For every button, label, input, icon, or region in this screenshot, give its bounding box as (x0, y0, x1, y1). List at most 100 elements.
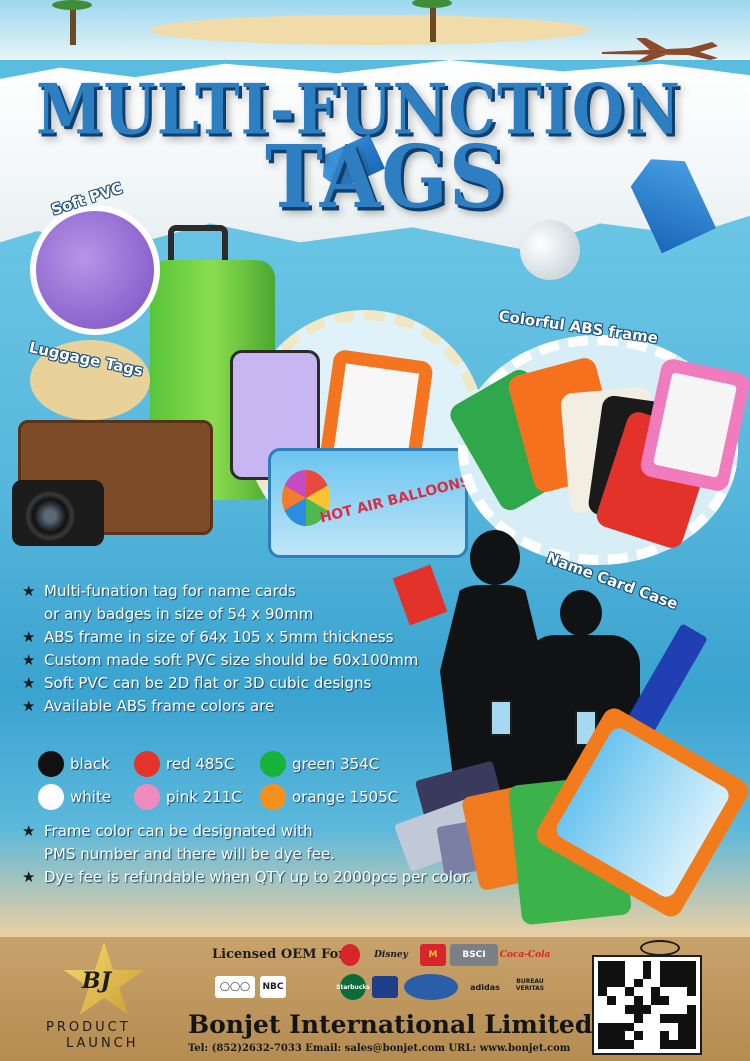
qr-module (642, 961, 652, 970)
qr-module (624, 961, 634, 970)
qr-module (687, 1005, 696, 1014)
star-icon: ★ (22, 651, 36, 669)
qr-module (660, 969, 670, 979)
qr-module (687, 1013, 696, 1023)
qr-module (624, 978, 634, 988)
qr-module (678, 969, 688, 979)
qr-module (669, 1005, 679, 1014)
qr-module (598, 969, 607, 979)
qr-module (660, 961, 670, 970)
qr-module (598, 978, 607, 988)
qr-module (598, 1040, 607, 1049)
qr-module (624, 1005, 634, 1014)
qr-module (615, 969, 625, 979)
qr-module (651, 1013, 661, 1023)
brand-logo-icon (340, 944, 360, 966)
feature-item: ★ Multi-funation tag for name cards (22, 580, 542, 603)
qr-module (678, 1031, 688, 1041)
swatch-black (38, 751, 64, 777)
qr-module (633, 987, 643, 997)
qr-module (651, 1022, 661, 1032)
qr-module (598, 1031, 607, 1041)
qr-module (624, 1031, 634, 1041)
starbucks-logo: Starbucks (336, 974, 370, 1000)
palm-leaf-icon (52, 0, 92, 10)
nbc-logo: NBC (260, 976, 286, 998)
qr-module (615, 987, 625, 997)
qr-module (687, 969, 696, 979)
soft-pvc-image (30, 205, 160, 335)
feature-item: ★ Custom made soft PVC size should be 60x… (22, 649, 542, 672)
qr-module (642, 996, 652, 1005)
palm-tree-icon (70, 5, 76, 45)
qr-module (615, 1031, 625, 1041)
qr-module (633, 969, 643, 979)
color-red: red 485C (134, 751, 234, 777)
qr-module (687, 987, 696, 997)
qr-module (606, 1005, 616, 1014)
qr-module (606, 1040, 616, 1049)
beach-island (150, 15, 590, 45)
qr-module (606, 996, 616, 1005)
qr-module (642, 1005, 652, 1014)
qr-module (669, 978, 679, 988)
qr-module (660, 1040, 670, 1049)
qr-module (660, 1022, 670, 1032)
qr-module (606, 1031, 616, 1041)
qr-module (651, 996, 661, 1005)
feature-item: ★ Soft PVC can be 2D flat or 3D cubic de… (22, 672, 542, 695)
qr-module (633, 1013, 643, 1023)
qr-module (624, 996, 634, 1005)
qr-module (598, 1013, 607, 1023)
color-orange: orange 1505C (260, 784, 398, 810)
brand-shield-icon (372, 976, 398, 998)
qr-module (615, 1040, 625, 1049)
qr-module (651, 978, 661, 988)
qr-code[interactable] (592, 955, 702, 1055)
qr-module (598, 987, 607, 997)
qr-module (615, 1013, 625, 1023)
qr-module (651, 961, 661, 970)
qr-module (642, 969, 652, 979)
gift-bow-icon (640, 940, 680, 956)
qr-module (606, 1013, 616, 1023)
qr-module (606, 969, 616, 979)
qr-module (624, 1040, 634, 1049)
qr-module (660, 978, 670, 988)
qr-module (669, 996, 679, 1005)
qr-module (651, 1040, 661, 1049)
coca-cola-logo: Coca-Cola (499, 950, 551, 960)
camera-lens (24, 490, 76, 542)
brand-script-logo (292, 976, 336, 998)
qr-module (687, 1040, 696, 1049)
disney-logo: Disney (374, 950, 408, 960)
star-icon: ★ (22, 697, 36, 715)
feature-item-cont: or any badges in size of 54 x 90mm (44, 605, 314, 623)
qr-module (651, 1005, 661, 1014)
qr-module (624, 1013, 634, 1023)
qr-module (633, 996, 643, 1005)
qr-module (615, 996, 625, 1005)
qr-module (606, 987, 616, 997)
qr-module (606, 1022, 616, 1032)
qr-module (606, 978, 616, 988)
star-icon: ★ (22, 582, 36, 600)
qr-module (678, 978, 688, 988)
qr-module (624, 1022, 634, 1032)
qr-module (642, 1013, 652, 1023)
olympic-rings-icon: ◯◯◯ (215, 976, 255, 998)
globe-brand-icon (404, 974, 458, 1000)
swatch-pink (134, 784, 160, 810)
qr-module (633, 1031, 643, 1041)
qr-module (615, 978, 625, 988)
feature-list: ★ Multi-funation tag for name cards or an… (22, 580, 542, 718)
qr-module (651, 1031, 661, 1041)
page-title-line2: TAGS (265, 128, 507, 229)
paper-curl (520, 220, 580, 280)
feature-item: ★ ABS frame in size of 64x 105 x 5mm thic… (22, 626, 542, 649)
feature-item: ★ Dye fee is refundable when QTY up to 20… (22, 866, 542, 889)
qr-module (598, 1022, 607, 1032)
feature-list-after: ★ Frame color can be designated with PMS… (22, 820, 542, 889)
qr-module (633, 961, 643, 970)
color-white: white (38, 784, 111, 810)
